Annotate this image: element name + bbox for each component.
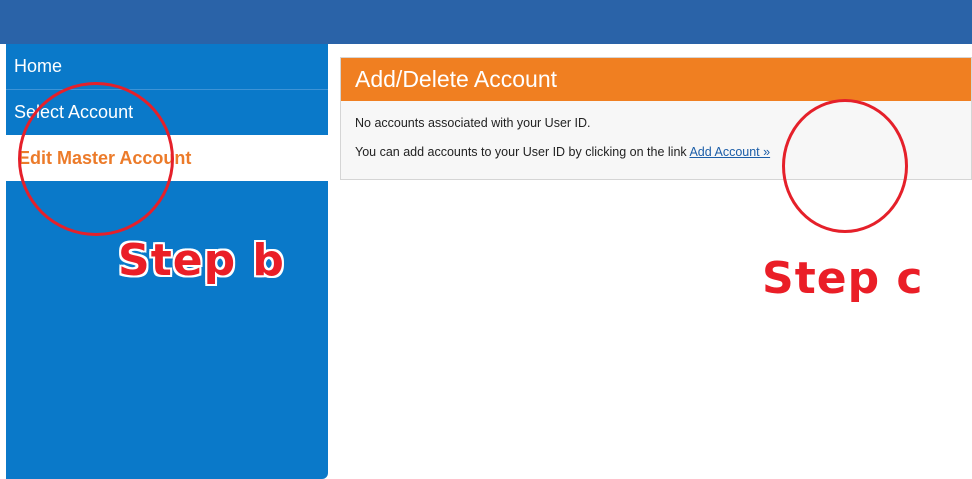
add-account-link[interactable]: Add Account »	[689, 145, 770, 159]
instruction-text: You can add accounts to your User ID by …	[355, 145, 687, 159]
step-b-label: Step b	[118, 235, 285, 286]
step-b-highlight-circle	[18, 82, 174, 236]
step-c-highlight-circle	[782, 99, 908, 233]
top-bar	[0, 0, 972, 44]
panel-header: Add/Delete Account	[341, 58, 971, 101]
sidebar-item-label: Home	[14, 55, 63, 76]
step-c-label: Step c	[762, 253, 924, 304]
sidebar-item-home[interactable]: Home	[6, 44, 328, 88]
panel-title: Add/Delete Account	[355, 66, 558, 92]
